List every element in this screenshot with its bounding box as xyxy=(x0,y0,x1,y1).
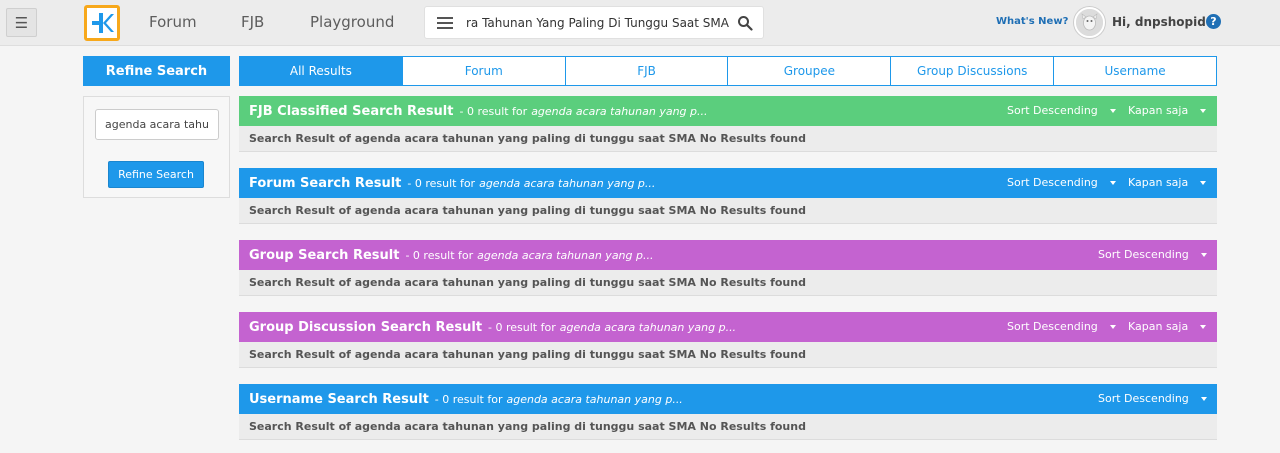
search-input[interactable] xyxy=(467,13,729,33)
sort-label: Sort Descending xyxy=(1098,248,1189,261)
caret-down-icon xyxy=(1109,108,1116,113)
username-result-section: Username Search Result - 0 result for ag… xyxy=(239,384,1217,440)
fjb-result-section: FJB Classified Search Result - 0 result … xyxy=(239,96,1217,152)
nav-forum[interactable]: Forum xyxy=(149,13,197,31)
group-result-section: Group Search Result - 0 result for agend… xyxy=(239,240,1217,296)
result-tabs: All Results Forum FJB Groupee Group Disc… xyxy=(239,56,1217,86)
sort-dropdown[interactable]: Sort Descending xyxy=(1098,392,1207,405)
list-icon xyxy=(437,17,453,29)
section-header: Username Search Result - 0 result for ag… xyxy=(239,384,1217,414)
tab-group-discussions[interactable]: Group Discussions xyxy=(890,57,1054,85)
time-filter-dropdown[interactable]: Kapan saja xyxy=(1128,320,1207,333)
refine-search-input[interactable] xyxy=(95,109,219,140)
time-filter-dropdown[interactable]: Kapan saja xyxy=(1128,104,1207,117)
section-title: FJB Classified Search Result xyxy=(249,103,454,119)
section-message: Search Result of agenda acara tahunan ya… xyxy=(239,198,1217,224)
user-greeting[interactable]: Hi, dnpshopid xyxy=(1112,15,1206,29)
section-count: - 0 result for xyxy=(405,248,474,262)
caret-down-icon xyxy=(1109,324,1116,329)
search-category-icon[interactable] xyxy=(435,13,455,33)
time-label: Kapan saja xyxy=(1128,176,1189,189)
section-title: Group Discussion Search Result xyxy=(249,319,483,335)
section-count: - 0 result for xyxy=(434,392,503,406)
forum-result-section: Forum Search Result - 0 result for agend… xyxy=(239,168,1217,224)
menu-button[interactable]: ☰ xyxy=(6,8,37,37)
sort-label: Sort Descending xyxy=(1007,320,1098,333)
section-title: Group Search Result xyxy=(249,247,400,263)
sort-dropdown[interactable]: Sort Descending xyxy=(1007,320,1116,333)
nav-playground[interactable]: Playground xyxy=(310,13,394,31)
sort-label: Sort Descending xyxy=(1007,176,1098,189)
section-message: Search Result of agenda acara tahunan ya… xyxy=(239,270,1217,296)
group-discussion-result-section: Group Discussion Search Result - 0 resul… xyxy=(239,312,1217,368)
refine-search-button[interactable]: Refine Search xyxy=(108,161,204,188)
help-icon[interactable]: ? xyxy=(1206,14,1221,29)
user-avatar-icon xyxy=(1076,9,1103,36)
top-bar: ☰ Forum FJB Playground What's New? xyxy=(0,0,1280,46)
caret-down-icon xyxy=(1200,252,1207,257)
section-count: - 0 result for xyxy=(459,104,528,118)
section-query: agenda acara tahunan yang p... xyxy=(479,176,656,190)
sort-label: Sort Descending xyxy=(1098,392,1189,405)
section-query: agenda acara tahunan yang p... xyxy=(531,104,708,118)
search-icon[interactable] xyxy=(737,15,753,31)
sort-dropdown[interactable]: Sort Descending xyxy=(1098,248,1207,261)
refine-search-title: Refine Search xyxy=(83,56,230,86)
time-label: Kapan saja xyxy=(1128,104,1189,117)
global-search xyxy=(424,6,764,39)
section-count: - 0 result for xyxy=(407,176,476,190)
section-header: Group Search Result - 0 result for agend… xyxy=(239,240,1217,270)
caret-down-icon xyxy=(1200,396,1207,401)
section-header: FJB Classified Search Result - 0 result … xyxy=(239,96,1217,126)
avatar[interactable] xyxy=(1074,7,1105,38)
kaskus-logo[interactable] xyxy=(84,5,120,41)
nav-fjb[interactable]: FJB xyxy=(241,13,264,31)
section-message: Search Result of agenda acara tahunan ya… xyxy=(239,342,1217,368)
caret-down-icon xyxy=(1200,324,1207,329)
tab-all-results[interactable]: All Results xyxy=(240,57,402,85)
section-message: Search Result of agenda acara tahunan ya… xyxy=(239,414,1217,440)
sort-dropdown[interactable]: Sort Descending xyxy=(1007,176,1116,189)
tab-fjb[interactable]: FJB xyxy=(564,57,728,85)
section-query: agenda acara tahunan yang p... xyxy=(506,392,683,406)
tab-groupee[interactable]: Groupee xyxy=(727,57,891,85)
caret-down-icon xyxy=(1109,180,1116,185)
section-message: Search Result of agenda acara tahunan ya… xyxy=(239,126,1217,152)
time-filter-dropdown[interactable]: Kapan saja xyxy=(1128,176,1207,189)
sort-label: Sort Descending xyxy=(1007,104,1098,117)
tab-forum[interactable]: Forum xyxy=(401,57,565,85)
hamburger-icon: ☰ xyxy=(14,13,29,32)
section-title: Forum Search Result xyxy=(249,175,402,191)
section-header: Group Discussion Search Result - 0 resul… xyxy=(239,312,1217,342)
caret-down-icon xyxy=(1200,180,1207,185)
section-header: Forum Search Result - 0 result for agend… xyxy=(239,168,1217,198)
time-label: Kapan saja xyxy=(1128,320,1189,333)
sort-dropdown[interactable]: Sort Descending xyxy=(1007,104,1116,117)
refine-search-panel: Refine Search xyxy=(83,96,230,198)
section-query: agenda acara tahunan yang p... xyxy=(477,248,654,262)
whats-new-link[interactable]: What's New? xyxy=(996,16,1068,27)
section-title: Username Search Result xyxy=(249,391,429,407)
caret-down-icon xyxy=(1200,108,1207,113)
tab-username[interactable]: Username xyxy=(1053,57,1216,85)
kaskus-k-icon xyxy=(92,13,114,33)
section-count: - 0 result for xyxy=(488,320,556,334)
section-query: agenda acara tahunan yang p... xyxy=(559,320,737,334)
